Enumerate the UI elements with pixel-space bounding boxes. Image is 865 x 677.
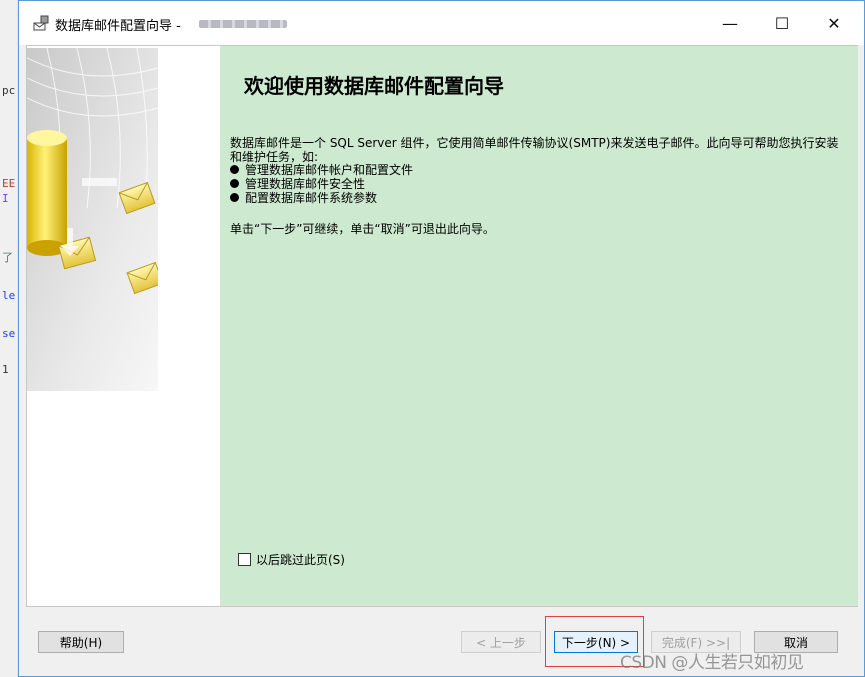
wizard-dialog: 数据库邮件配置向导 - — ☐ ✕ 欢迎使用数据库邮件配置向导 数据库邮件是一个… <box>18 0 865 677</box>
bullet-icon <box>230 165 239 174</box>
task-list-item: 管理数据库邮件帐户和配置文件 <box>230 163 413 177</box>
database-mail-illustration <box>27 48 158 391</box>
close-icon: ✕ <box>827 13 841 33</box>
mail-wizard-icon <box>33 15 49 31</box>
wizard-main-panel: 欢迎使用数据库邮件配置向导 数据库邮件是一个 SQL Server 组件，它使用… <box>220 46 858 606</box>
watermark: CSDN @人生若只如初见 <box>620 653 804 673</box>
minimize-icon: — <box>722 13 738 33</box>
redacted-server-name <box>199 20 287 28</box>
bullet-icon <box>230 179 239 188</box>
help-button[interactable]: 帮助(H) <box>38 631 124 653</box>
back-button[interactable]: < 上一步 <box>461 631 541 653</box>
task-label: 管理数据库邮件安全性 <box>245 177 366 191</box>
instruction-text: 单击“下一步”可继续，单击“取消”可退出此向导。 <box>230 222 495 236</box>
maximize-icon: ☐ <box>774 13 790 33</box>
editor-fragment: 1 <box>2 363 9 376</box>
editor-fragment: pc <box>2 84 16 97</box>
task-list-item: 管理数据库邮件安全性 <box>230 177 365 191</box>
skip-page-label: 以后跳过此页(S) <box>256 553 345 567</box>
skip-page-option[interactable]: 以后跳过此页(S) <box>238 551 345 568</box>
minimize-button[interactable]: — <box>707 7 753 39</box>
task-label: 配置数据库邮件系统参数 <box>245 191 378 205</box>
editor-fragment: 了 <box>2 251 13 264</box>
wizard-content: 欢迎使用数据库邮件配置向导 数据库邮件是一个 SQL Server 组件，它使用… <box>26 45 858 607</box>
editor-fragment: se <box>2 327 16 340</box>
wizard-side-panel <box>27 46 219 606</box>
window-title: 数据库邮件配置向导 - <box>55 19 181 34</box>
bullet-icon <box>230 193 239 202</box>
maximize-button[interactable]: ☐ <box>759 7 805 39</box>
title-bar: 数据库邮件配置向导 - — ☐ ✕ <box>19 1 864 45</box>
close-button[interactable]: ✕ <box>811 7 857 39</box>
task-label: 管理数据库邮件帐户和配置文件 <box>245 163 414 177</box>
description-text: 数据库邮件是一个 SQL Server 组件，它使用简单邮件传输协议(SMTP)… <box>230 136 839 164</box>
page-title: 欢迎使用数据库邮件配置向导 <box>244 74 504 98</box>
editor-fragment: le <box>2 289 16 302</box>
editor-fragment: I <box>2 192 9 205</box>
editor-fragment: EE <box>2 177 16 190</box>
skip-page-checkbox[interactable] <box>238 553 251 566</box>
task-list-item: 配置数据库邮件系统参数 <box>230 191 377 205</box>
